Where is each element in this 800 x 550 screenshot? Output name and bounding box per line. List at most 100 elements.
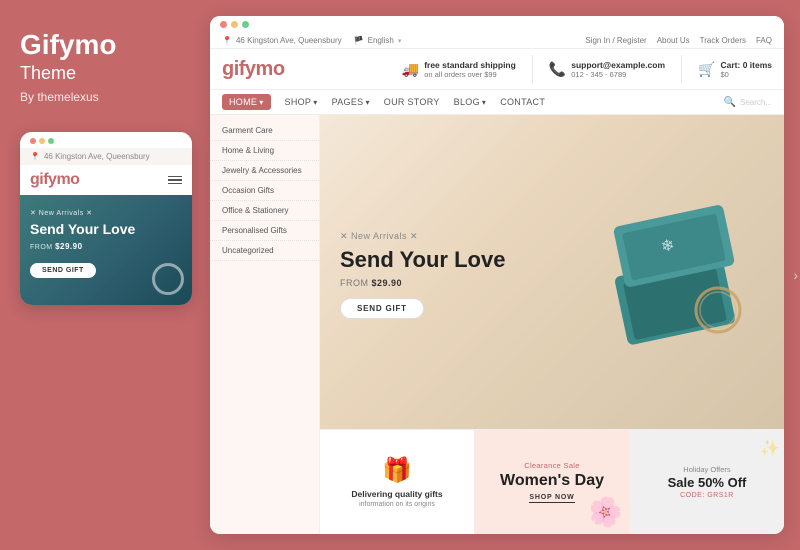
search-bar: 🔍 Search...	[724, 97, 772, 108]
header-services: 🚚 free standard shipping on all orders o…	[402, 55, 772, 83]
search-icon: 🔍	[724, 97, 736, 108]
desktop-dots	[220, 21, 249, 28]
phone-main: support@example.com	[571, 60, 665, 70]
phone-icon: 📞	[549, 61, 566, 78]
holiday-tag: Holiday Offers	[683, 465, 730, 474]
cart-icon: 🛒	[698, 61, 715, 78]
hero-price: $29.90	[372, 278, 403, 288]
shipping-main: free standard shipping	[424, 60, 516, 70]
nav-item-our-story[interactable]: OUR STORY	[384, 94, 440, 110]
brand-by: By themelexus	[20, 90, 190, 104]
category-dropdown: Garment Care Home & Living Jewelry & Acc…	[210, 115, 320, 534]
desktop-dot-yellow	[231, 21, 238, 28]
desktop-dot-green	[242, 21, 249, 28]
cart-label: Cart: 0 items	[720, 60, 772, 70]
desktop-dot-red	[220, 21, 227, 28]
mobile-logo-bar: gifymo	[20, 165, 192, 195]
header-logo[interactable]: gifymo	[222, 58, 285, 81]
womens-sale-label: Clearance Sale	[524, 461, 579, 470]
site-header: gifymo 🚚 free standard shipping on all o…	[210, 49, 784, 90]
promo-delivery-card: 🎁 Delivering quality gifts information o…	[320, 430, 475, 534]
category-jewelry[interactable]: Jewelry & Accessories	[210, 161, 319, 181]
about-link[interactable]: About Us	[657, 36, 690, 45]
pin-icon-desktop: 📍	[222, 36, 232, 45]
mobile-top-bar	[20, 132, 192, 148]
holiday-code: CODE: GRS1R	[680, 492, 734, 499]
hero-area: ✕ New Arrivals ✕ Send Your Love FROM $29…	[320, 115, 784, 534]
mobile-location-bar: 📍 46 Kingston Ave, Queensbury	[20, 148, 192, 165]
search-placeholder[interactable]: Search...	[740, 98, 772, 107]
hero-banner: ✕ New Arrivals ✕ Send Your Love FROM $29…	[320, 115, 784, 429]
mobile-location-text: 46 Kingston Ave, Queensbury	[44, 152, 150, 161]
utility-left: 📍 46 Kingston Ave, Queensbury 🏴 English …	[222, 36, 401, 45]
hero-from-price: FROM $29.90	[340, 278, 505, 288]
brand-title: Gifymo	[20, 30, 190, 61]
utility-location: 46 Kingston Ave, Queensbury	[236, 36, 342, 45]
utility-bar: 📍 46 Kingston Ave, Queensbury 🏴 English …	[210, 33, 784, 49]
shipping-service: 🚚 free standard shipping on all orders o…	[402, 60, 516, 79]
mobile-hero-title: Send Your Love	[30, 221, 182, 238]
phone-sub: 012 - 345 - 6789	[571, 70, 665, 79]
chevron-down-icon: ▾	[482, 98, 486, 107]
pin-icon: 📍	[30, 152, 40, 161]
faq-link[interactable]: FAQ	[756, 36, 772, 45]
utility-right: Sign In / Register About Us Track Orders…	[585, 36, 772, 45]
mobile-dots	[30, 138, 54, 144]
track-link[interactable]: Track Orders	[700, 36, 746, 45]
hamburger-icon[interactable]	[168, 176, 182, 185]
mobile-hero-section: ✕ New Arrivals ✕ Send Your Love FROM $29…	[20, 195, 192, 305]
mobile-dot-green	[48, 138, 54, 144]
mobile-dot-red	[30, 138, 36, 144]
hero-new-arrivals: ✕ New Arrivals ✕	[340, 231, 505, 242]
nav-item-shop[interactable]: SHOP ▾	[285, 94, 318, 110]
hero-send-gift-button[interactable]: SEND GIFT	[340, 298, 424, 319]
left-panel: Gifymo Theme By themelexus 📍 46 Kingston…	[0, 0, 210, 550]
promo-section: 🎁 Delivering quality gifts information o…	[320, 429, 784, 534]
mobile-bracelet-decoration	[148, 259, 188, 299]
cart-service[interactable]: 🛒 Cart: 0 items $0	[698, 60, 772, 79]
hero-title: Send Your Love	[340, 248, 505, 272]
jewelry-box-svg: ❄	[560, 195, 760, 355]
chevron-down-icon: ▾	[259, 98, 263, 107]
category-personalised[interactable]: Personalised Gifts	[210, 221, 319, 241]
phone-service: 📞 support@example.com 012 - 345 - 6789	[549, 60, 665, 79]
womens-day-title: Women's Day	[500, 472, 604, 490]
nav-item-home[interactable]: HOME ▾	[222, 94, 271, 110]
category-garment-care[interactable]: Garment Care	[210, 121, 319, 141]
navigation-bar: HOME ▾ SHOP ▾ PAGES ▾ OUR STORY BLOG ▾ C…	[210, 90, 784, 115]
mobile-new-arrivals: ✕ New Arrivals ✕	[30, 209, 182, 217]
nav-item-pages[interactable]: PAGES ▾	[332, 94, 370, 110]
mobile-hero-price: $29.90	[55, 242, 82, 251]
flower-decoration: 🌸	[584, 491, 626, 532]
desktop-mockup: 📍 46 Kingston Ave, Queensbury 🏴 English …	[210, 16, 784, 534]
desktop-top-bar	[210, 16, 784, 33]
category-home-living[interactable]: Home & Living	[210, 141, 319, 161]
service-divider-2	[681, 55, 682, 83]
utility-language: English	[368, 36, 394, 45]
sparkle-decoration: ✨	[760, 438, 780, 458]
promo-womens-day-card: Clearance Sale Women's Day SHOP NOW 🌸	[475, 430, 630, 534]
signin-link[interactable]: Sign In / Register	[585, 36, 646, 45]
chevron-down-icon: ▾	[398, 37, 402, 45]
promo-delivery-subtitle: information on its origins	[359, 501, 435, 508]
shipping-sub: on all orders over $99	[424, 70, 516, 79]
category-uncategorized[interactable]: Uncategorized	[210, 241, 319, 261]
mobile-logo: gifymo	[30, 171, 79, 189]
chevron-down-icon: ▾	[365, 98, 369, 107]
category-occasion-gifts[interactable]: Occasion Gifts	[210, 181, 319, 201]
mobile-mockup: 📍 46 Kingston Ave, Queensbury gifymo ✕ N…	[20, 132, 192, 305]
promo-holiday-card: Holiday Offers Sale 50% Off CODE: GRS1R …	[630, 430, 784, 534]
promo-delivery-title: Delivering quality gifts	[351, 489, 442, 499]
category-office[interactable]: Office & Stationery	[210, 201, 319, 221]
gift-icon: 🎁	[382, 456, 412, 485]
service-divider-1	[532, 55, 533, 83]
nav-item-contact[interactable]: CONTACT	[500, 94, 545, 110]
flag-icon: 🏴	[354, 36, 364, 45]
chevron-down-icon: ▾	[313, 98, 317, 107]
shop-now-button[interactable]: SHOP NOW	[529, 494, 574, 503]
nav-item-blog[interactable]: BLOG ▾	[454, 94, 487, 110]
mobile-dot-yellow	[39, 138, 45, 144]
truck-icon: 🚚	[402, 61, 419, 78]
hero-image: ❄	[560, 195, 760, 355]
mobile-send-gift-button[interactable]: SEND GIFT	[30, 263, 96, 278]
